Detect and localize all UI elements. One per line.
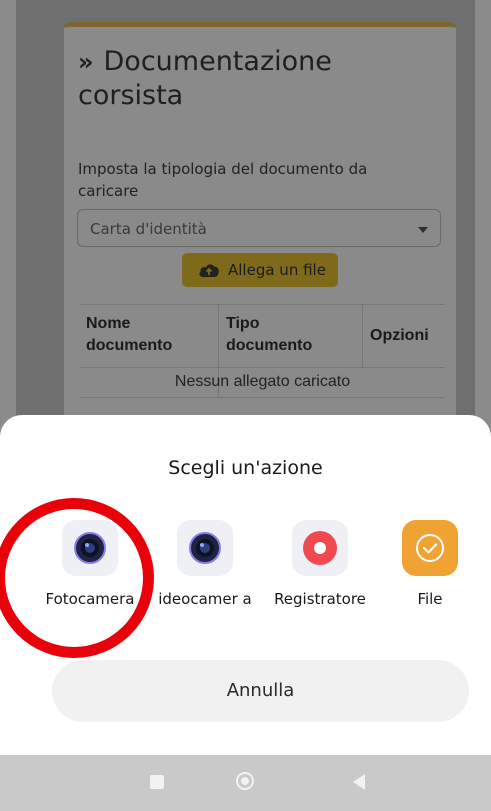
table-header: Nome documento Tipo documento Opzioni [80, 304, 445, 397]
videocamera-icon [177, 520, 233, 576]
table-row-empty: Nessun allegato caricato [80, 367, 445, 398]
action-registratore[interactable]: Registratore [262, 520, 378, 609]
file-icon [402, 520, 458, 576]
recorder-icon [292, 520, 348, 576]
action-registratore-label: Registratore [274, 590, 366, 608]
action-videocamera-label: ideocamer a [158, 590, 252, 608]
system-navigation-bar [0, 755, 491, 811]
home-circle-icon[interactable] [236, 772, 254, 790]
action-file-label: File [417, 590, 443, 608]
action-fotocamera-label: Fotocamera [45, 590, 135, 608]
action-fotocamera[interactable]: Fotocamera [32, 520, 148, 609]
right-gutter [475, 0, 491, 440]
cancel-button[interactable]: Annulla [52, 660, 469, 722]
empty-table-message: Nessun allegato caricato [174, 373, 351, 390]
action-chooser-sheet: Scegli un'azione Fotocamera ideocamer a [0, 415, 491, 755]
camera-icon [62, 520, 118, 576]
sheet-title: Scegli un'azione [168, 457, 323, 479]
header-opzioni: Opzioni [370, 327, 429, 344]
action-file[interactable]: File [372, 520, 488, 609]
table-area: Nome documento Tipo documento Opzioni Ne… [64, 22, 456, 442]
action-videocamera[interactable]: ideocamer a [147, 520, 263, 609]
column-divider [362, 305, 363, 367]
recents-square-icon[interactable] [150, 775, 164, 789]
header-nome-documento: Nome documento [86, 315, 173, 354]
back-triangle-icon[interactable] [353, 774, 365, 790]
left-gutter [0, 0, 16, 440]
cancel-label: Annulla [226, 680, 295, 701]
header-tipo-documento: Tipo documento [226, 315, 313, 354]
